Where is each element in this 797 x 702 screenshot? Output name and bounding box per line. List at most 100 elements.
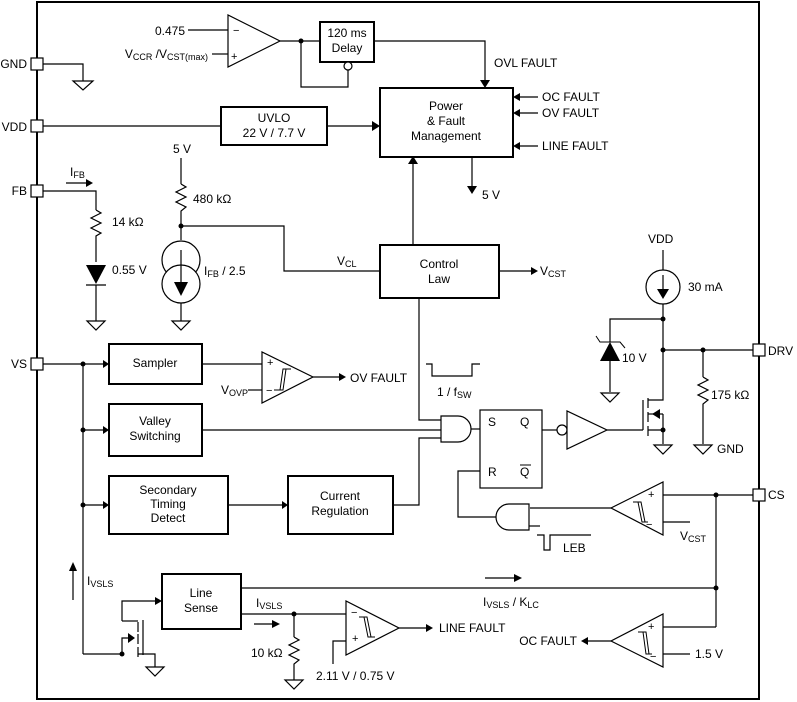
- pin-gnd[interactable]: GND: [0, 57, 44, 71]
- minus-sign: −: [351, 607, 357, 619]
- vdd-src-label: VDD: [648, 232, 674, 246]
- r10-label: 10 kΩ: [251, 646, 283, 660]
- resistor-480k: [174, 183, 188, 226]
- ivsls-label: IVSLS: [87, 574, 113, 589]
- sr-flipflop: S Q R Q: [457, 409, 557, 518]
- vs-line1: Valley: [139, 414, 171, 428]
- plus-sign: +: [267, 357, 273, 369]
- vovp-label: VOVP: [221, 383, 248, 398]
- valley-switching-block: Valley Switching: [108, 403, 444, 457]
- resistor-175k: [696, 376, 710, 444]
- sampler-block: Sampler: [108, 343, 262, 385]
- fsw-label: 1 / fSW: [437, 385, 472, 400]
- ff-s: S: [488, 415, 496, 429]
- vs-line2: Switching: [129, 429, 180, 443]
- leb-label: LEB: [563, 541, 586, 555]
- cl-line2: Law: [428, 272, 450, 286]
- vcst-label: VCST: [540, 264, 567, 279]
- vcl-label: VCL: [337, 254, 357, 269]
- oc-fault-out-label: OC FAULT: [519, 634, 577, 648]
- uvlo-line2: 22 V / 7.7 V: [243, 126, 306, 140]
- pin-cs[interactable]: CS: [752, 488, 785, 502]
- fb-network: IFB 14 kΩ 0.55 V: [43, 165, 147, 331]
- fb-current-mirror: 5 V 480 kΩ VCL IFB / 2.5: [161, 142, 380, 331]
- pin-drv-label: DRV: [768, 344, 793, 358]
- line-fault-in-label: LINE FAULT: [542, 139, 609, 153]
- pin-vdd[interactable]: VDD: [2, 119, 44, 134]
- cr-line1: Current: [320, 489, 361, 503]
- delay-block: 120 ms Delay OVL FAULT: [319, 21, 558, 88]
- plus-sign: +: [352, 633, 358, 645]
- klc-label: IVSLS / KLC: [483, 595, 539, 610]
- pin-drv[interactable]: DRV: [752, 343, 793, 358]
- pfm-line2: & Fault: [427, 114, 466, 128]
- ov-fault-in-label: OV FAULT: [542, 106, 600, 120]
- i30-label: 30 mA: [688, 280, 723, 294]
- line-comparator: − + 2.11 V / 0.75 V LINE FAULT: [316, 600, 506, 683]
- and-gate-set: [440, 415, 480, 443]
- pin-gnd-label: GND: [0, 57, 27, 71]
- r175-label: 175 kΩ: [711, 388, 749, 402]
- std-line1: Secondary: [139, 483, 196, 497]
- secondary-timing-block: Secondary Timing Detect: [108, 475, 288, 535]
- pin-vdd-label: VDD: [2, 120, 28, 134]
- std-line2: Timing: [150, 497, 186, 511]
- pin-vs-label: VS: [11, 357, 27, 371]
- d055-label: 0.55 V: [112, 263, 147, 277]
- ground-symbol: [71, 80, 95, 91]
- pin-fb[interactable]: FB: [12, 184, 44, 198]
- gnd-wire: [43, 63, 95, 91]
- cl-line1: Control: [420, 257, 459, 271]
- pin-fb-label: FB: [12, 184, 27, 198]
- ff-qbar: Q: [520, 465, 529, 479]
- vccr-label: VCCR /VCST(max): [125, 47, 208, 62]
- pin-vs[interactable]: VS: [11, 357, 44, 371]
- control-law-block: Control Law VCST: [379, 244, 567, 421]
- cs-bus: [663, 495, 719, 628]
- ifb-label: IFB: [70, 165, 85, 180]
- output-nmos: [642, 350, 674, 455]
- pfm-line1: Power: [429, 99, 463, 113]
- resistor-14k: [89, 209, 103, 262]
- oc-fault-in-label: OC FAULT: [542, 90, 600, 104]
- ov-comparator: + − VOVP OV FAULT: [221, 351, 408, 404]
- ls-line2: Sense: [184, 601, 218, 615]
- plus-sign: +: [231, 51, 237, 63]
- vcst2-label: VCST: [680, 529, 707, 544]
- line-ref-label: 2.11 V / 0.75 V: [316, 669, 395, 683]
- sampler-label: Sampler: [133, 356, 178, 370]
- current-regulation-block: Current Regulation: [287, 437, 444, 535]
- ff-q: Q: [520, 415, 529, 429]
- drv-stage: VDD 30 mA 10 V 175 kΩ GND: [595, 232, 753, 456]
- minus-sign: −: [233, 25, 239, 37]
- vs-bus: [43, 360, 109, 654]
- ovl-ref-label: 0.475: [155, 24, 185, 38]
- diode-icon: [86, 265, 106, 284]
- oc-ref-label: 1.5 V: [695, 647, 723, 661]
- pfm-line3: Management: [411, 129, 482, 143]
- drv-gnd-label: GND: [717, 442, 744, 456]
- delay-line1: 120 ms: [327, 26, 366, 40]
- uvlo-path: UVLO 22 V / 7.7 V: [43, 106, 380, 146]
- fb-5v-label: 5 V: [173, 142, 191, 156]
- z10-label: 10 V: [622, 351, 647, 365]
- line-fault-out-label: LINE FAULT: [439, 621, 506, 635]
- plus-sign: +: [648, 621, 654, 633]
- minus-sign: −: [650, 651, 656, 663]
- and-gate-reset: LEB: [495, 503, 591, 555]
- ff-r: R: [488, 465, 497, 479]
- ivsls2-label: IVSLS: [256, 596, 282, 611]
- ovl-fault-label: OVL FAULT: [494, 56, 558, 70]
- power-fault-block: Power & Fault Management OC FAULT OV FAU…: [379, 87, 609, 245]
- minus-sign: −: [646, 519, 652, 531]
- pin-cs-label: CS: [768, 488, 785, 502]
- oc-comparator: + − 1.5 V OC FAULT: [519, 613, 723, 668]
- pfm-5v-label: 5 V: [482, 188, 500, 202]
- delay-line2: Delay: [332, 41, 363, 55]
- std-line3: Detect: [151, 511, 186, 525]
- gate-driver: [556, 410, 643, 450]
- r480-label: 480 kΩ: [193, 192, 231, 206]
- r14-label: 14 kΩ: [112, 215, 144, 229]
- ovl-comparator: 0.475 VCCR /VCST(max) − +: [125, 14, 349, 88]
- ifb25-label: IFB / 2.5: [204, 264, 246, 279]
